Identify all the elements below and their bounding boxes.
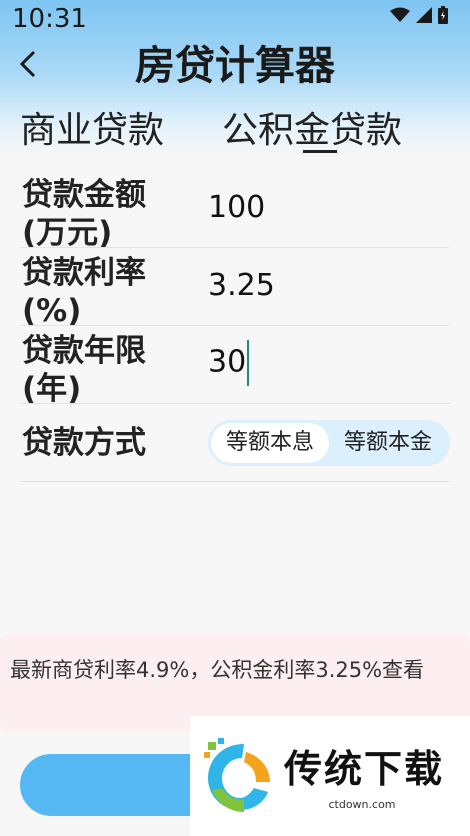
status-icons	[390, 6, 448, 24]
loan-years-value: 30	[208, 344, 247, 380]
loan-rate-label: 贷款利率(%)	[22, 255, 146, 326]
loan-method-selector: 等额本息 等额本金	[208, 420, 450, 466]
nav-bar: 房贷计算器	[0, 40, 470, 96]
method-equal-installment[interactable]: 等额本息	[211, 423, 329, 463]
watermark-url: ctdown.com	[286, 798, 438, 811]
watermark-brand: 传统下载	[284, 747, 445, 791]
active-tab-indicator	[303, 150, 337, 153]
loan-amount-label: 贷款金额(万元)	[22, 177, 146, 248]
tab-commercial-loan[interactable]: 商业贷款	[20, 104, 164, 158]
battery-icon	[438, 6, 448, 24]
page-title: 房贷计算器	[135, 43, 335, 89]
loan-rate-row: 贷款利率(%) 3.25	[20, 248, 450, 326]
loan-years-input[interactable]: 30	[208, 340, 438, 386]
watermark: 传统下载 ctdown.com	[190, 716, 470, 836]
text-cursor	[247, 340, 250, 386]
status-time: 10:31	[12, 4, 87, 34]
loan-years-row: 贷款年限(年) 30	[20, 326, 450, 404]
method-equal-principal[interactable]: 等额本金	[329, 423, 447, 463]
brand-logo-icon	[204, 738, 270, 812]
loan-amount-row: 贷款金额(万元) 100	[20, 170, 450, 248]
loan-method-label: 贷款方式	[22, 425, 146, 461]
wifi-icon	[390, 7, 410, 22]
signal-icon	[416, 7, 432, 23]
status-bar: 10:31	[0, 0, 470, 40]
loan-type-tabs: 商业贷款 公积金贷款	[0, 104, 470, 158]
loan-years-label: 贷款年限(年)	[22, 333, 146, 404]
loan-rate-input[interactable]: 3.25	[208, 268, 438, 303]
rate-notice-text: 最新商贷利率4.9%，公积金利率3.25%查看	[10, 658, 425, 682]
loan-method-row: 贷款方式 等额本息 等额本金	[20, 404, 450, 482]
loan-amount-input[interactable]: 100	[208, 190, 438, 225]
